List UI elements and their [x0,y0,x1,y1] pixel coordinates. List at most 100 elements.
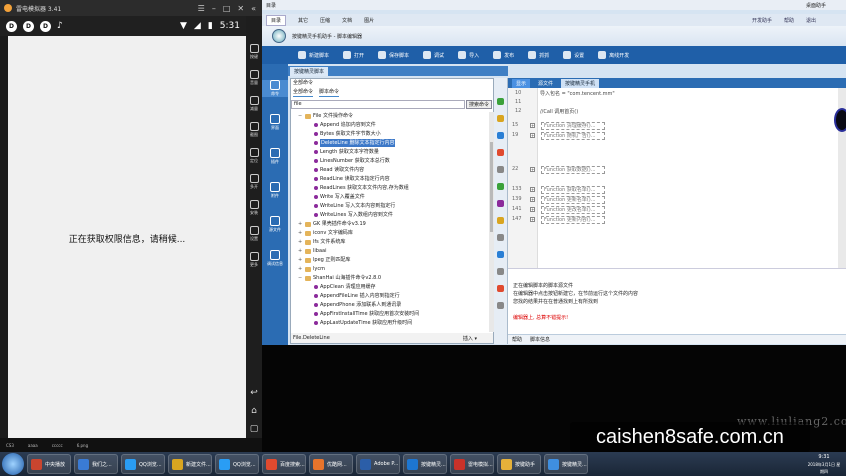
collapsed-function[interactable]: Function 获取名单()... [541,186,605,194]
code-line[interactable]: //Call 调用首页() [540,108,578,115]
side-tool-icon[interactable] [497,132,504,139]
recent-icon[interactable]: ▢ [246,424,262,434]
collapsed-function[interactable]: Function 更新内容()... [541,216,605,224]
toolbar-button[interactable]: 抓抓 [528,51,549,59]
taskbar-item[interactable]: 优酷网... [309,454,353,474]
side-tool-icon[interactable] [497,115,504,122]
side-tool-icon[interactable] [497,234,504,241]
taskbar-item[interactable]: 百度搜索... [262,454,306,474]
emulator-side-button[interactable]: 安装 [246,200,262,216]
tree-row[interactable]: LinesNumber 获取文本总行数 [314,157,390,165]
tree-row[interactable]: + iconv 文字编码库 [298,229,353,237]
output-tab[interactable]: 帮助 [512,336,522,343]
menubar-title[interactable]: 目录 [266,2,276,9]
emulator-side-button[interactable]: 更多 [246,252,262,268]
close-icon[interactable]: ✕ [237,4,244,13]
tree-row[interactable]: Read 读取文件内容 [314,166,364,174]
minimize-icon[interactable]: – [212,4,216,13]
tree-toggle-icon[interactable]: + [298,247,303,255]
side-tool-icon[interactable] [497,98,504,105]
back-icon[interactable]: ↩ [246,388,262,398]
emulator-side-button[interactable]: 减量 [246,96,262,112]
fold-toggle-icon[interactable]: + [530,197,535,202]
collapsed-function[interactable]: Function 清理缓存()... [541,122,605,130]
menu-icon[interactable]: ☰ [198,4,205,13]
tree-row[interactable]: ReadLines 获取文本文件内容,存为数组 [314,184,409,192]
tree-toggle-icon[interactable]: + [298,265,303,273]
tree-toggle-icon[interactable]: + [298,256,303,264]
tree-row[interactable]: + lpeg 正则匹配库 [298,256,350,264]
leftnav-item[interactable]: 调试信息 [262,250,288,267]
taskbar-item[interactable]: 中央播放 [27,454,71,474]
menubar-right[interactable]: 桌面助手 [806,2,846,9]
desktop-icon-label[interactable]: CS3 [6,443,14,448]
toolbar-button[interactable]: 新建脚本 [298,51,329,59]
tree-row[interactable]: WriteLine 写入文本内容到指定行 [314,202,395,210]
toolbar-button[interactable]: 调试 [423,51,444,59]
taskbar-item[interactable]: QQ浏览... [215,454,259,474]
tree-row[interactable]: AppClean 清理应用缓存 [314,283,376,291]
leftnav-item[interactable]: 命令 [262,80,288,97]
tree-row[interactable]: AppendPhone 添加联系人到通讯录 [314,301,401,309]
command-subtab[interactable]: 全部命令 [293,88,314,97]
side-tool-icon[interactable] [497,149,504,156]
fold-toggle-icon[interactable]: + [530,123,535,128]
leftnav-item[interactable]: 插件 [262,148,288,165]
side-tool-icon[interactable] [497,200,504,207]
ribbon-tab[interactable]: 目录 [266,14,287,26]
taskbar-item[interactable]: 新建文件... [168,454,212,474]
toolbar-button[interactable]: 导入 [458,51,479,59]
ribbon-right-link[interactable]: 退出 [806,17,816,24]
tree-row[interactable]: WriteLines 写入数组内容到文件 [314,211,393,219]
editor-file-tab[interactable]: 按键精灵手机 [561,78,600,88]
editor-tab[interactable]: 源文件 [538,80,553,87]
toolbar-button[interactable]: 离线开发 [598,51,629,59]
fold-toggle-icon[interactable]: + [530,133,535,138]
toolbar-button[interactable]: 设置 [563,51,584,59]
collapsed-function[interactable]: Function 更改名单()... [541,206,605,214]
fold-toggle-icon[interactable]: + [530,207,535,212]
tree-toggle-icon[interactable]: + [298,238,303,246]
tree-row[interactable]: Write 写入覆盖文件 [314,193,365,201]
desktop-icon-label[interactable]: 6.png [77,443,88,448]
start-button[interactable] [2,453,24,475]
command-search-button[interactable]: 搜索命令 [466,100,492,109]
floating-circle-button[interactable] [834,108,846,132]
emulator-side-button[interactable]: 定位 [246,148,262,164]
toolbar-button[interactable]: 发布 [493,51,514,59]
fold-toggle-icon[interactable]: + [530,217,535,222]
tree-row[interactable]: AppFirstInstallTime 获取应用首次安装时间 [314,310,419,318]
taskbar-item[interactable]: 按键精灵... [544,454,588,474]
emulator-side-button[interactable]: 多开 [246,174,262,190]
ribbon-tab[interactable]: 其它 [298,17,308,24]
tree-row[interactable]: AppLastUpdateTime 获取应用升级时间 [314,319,412,327]
taskbar-item[interactable]: Adobe P... [356,454,400,474]
desktop-icon-label[interactable]: ccccc [52,443,63,448]
command-search-input[interactable]: file [291,100,465,109]
insert-button[interactable]: 插入 ▾ [463,335,493,342]
taskbar-item[interactable]: 按键助手 [497,454,541,474]
taskbar-item[interactable]: 雷电模拟... [450,454,494,474]
taskbar-item[interactable]: 我们之... [74,454,118,474]
leftnav-item[interactable]: 源文件 [262,216,288,233]
code-line[interactable]: 导入包名 = "com.tencent.mm" [540,90,615,97]
collapsed-function[interactable]: Function 更新名单()... [541,196,605,204]
editor-tab[interactable]: 显示 [512,78,531,88]
taskbar-item[interactable]: QQ浏览... [121,454,165,474]
taskbar-clock[interactable]: 9:31 2018年3月1日 星期四 [806,454,846,475]
taskbar-item[interactable]: 按键精灵... [403,454,447,474]
panel-tab[interactable]: 按键精灵脚本 [290,66,329,76]
collapsed-function[interactable]: Function 随机广告()... [541,132,605,140]
fold-toggle-icon[interactable]: + [530,167,535,172]
tree-toggle-icon[interactable]: − [298,112,303,120]
ribbon-tab[interactable]: 图片 [364,17,374,24]
fold-toggle-icon[interactable]: + [530,187,535,192]
ribbon-right-link[interactable]: 帮助 [784,17,794,24]
tree-row[interactable]: − File 文件操作命令 [298,112,353,120]
collapsed-function[interactable]: Function 获取数据()... [541,166,605,174]
side-tool-icon[interactable] [497,251,504,258]
restore-icon[interactable]: □ [223,4,231,13]
tree-row[interactable]: ReadLine 读取文本指定行内容 [314,175,390,183]
side-tool-icon[interactable] [497,183,504,190]
tree-row[interactable]: + lycm [298,265,325,273]
